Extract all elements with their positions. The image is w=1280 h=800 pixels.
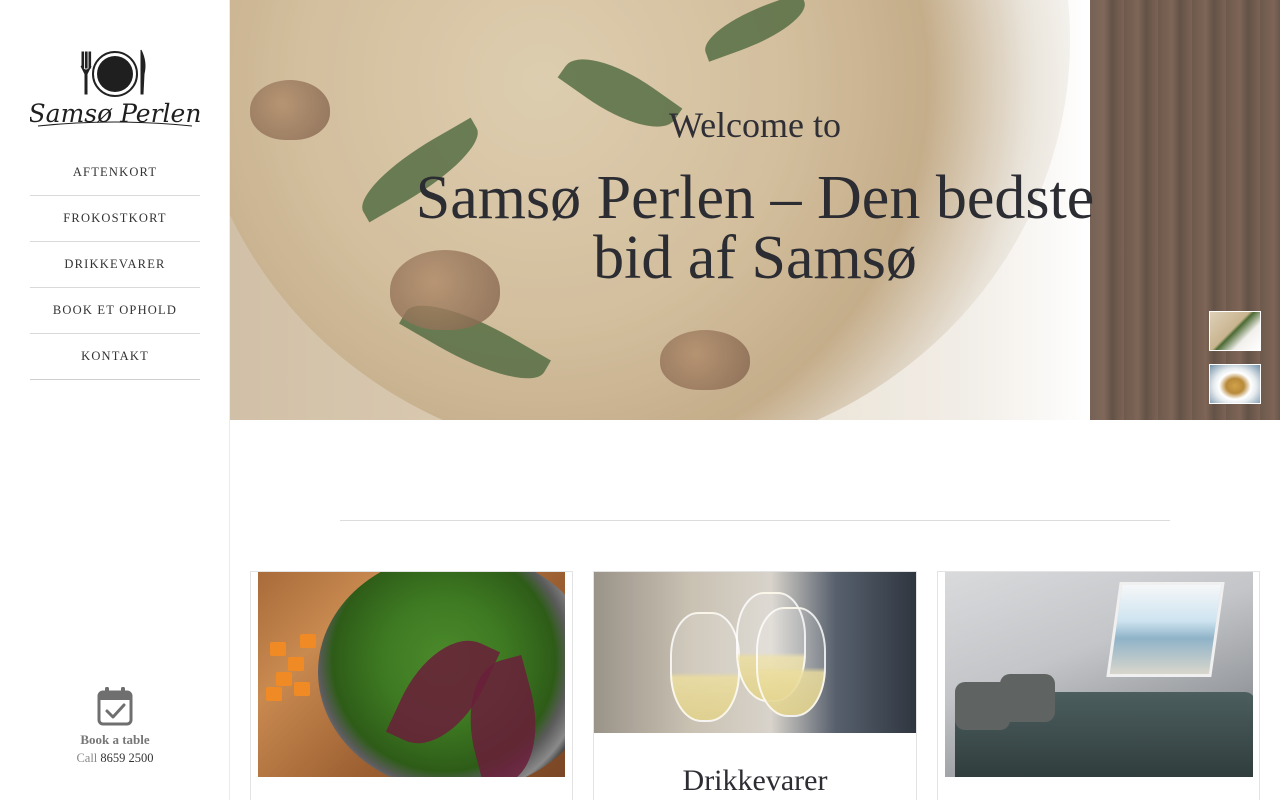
section-divider — [340, 520, 1170, 521]
nav-item-drikkevarer[interactable]: DRIKKEVARER — [30, 242, 200, 288]
drinks-card-image — [594, 572, 916, 733]
drinks-card-heading[interactable]: Drikkevarer — [594, 764, 916, 798]
nav-item-kontakt[interactable]: KONTAKT — [30, 334, 200, 380]
carrot-piece — [288, 657, 304, 671]
hero-slider: Welcome to Samsø Perlen – Den bedste bid… — [230, 0, 1280, 420]
nav-item-book-et-ophold[interactable]: BOOK ET OPHOLD — [30, 288, 200, 334]
call-line: Call 8659 2500 — [0, 751, 230, 766]
hero-welcome: Welcome to — [668, 105, 842, 145]
phone-number[interactable]: 8659 2500 — [100, 751, 153, 765]
logo[interactable]: Samsø Perlen — [30, 44, 200, 130]
carrot-piece — [294, 682, 310, 696]
greens-card-image — [258, 572, 565, 777]
carrot-piece — [276, 672, 292, 686]
wine-glass — [756, 607, 826, 717]
wine-glass — [670, 612, 740, 722]
room-card-image — [945, 572, 1253, 777]
slide-thumbnail-soup[interactable] — [1209, 364, 1261, 404]
sidebar: Samsø Perlen AFTENKORT FROKOSTKORT DRIKK… — [0, 0, 230, 800]
room-pillow — [1000, 674, 1055, 722]
nav-item-aftenkort[interactable]: AFTENKORT — [30, 150, 200, 196]
calendar-check-icon — [97, 687, 133, 726]
hero-title: Samsø Perlen – Den bedste bid af Samsø — [415, 164, 1095, 292]
room-card[interactable] — [937, 571, 1260, 800]
carrot-piece — [270, 642, 286, 656]
slide-thumbnail-pasta[interactable] — [1209, 311, 1261, 351]
slider-thumbnails — [1209, 311, 1261, 417]
svg-text:Samsø Perlen: Samsø Perlen — [30, 99, 200, 128]
carrot-piece — [300, 634, 316, 648]
main-nav: AFTENKORT FROKOSTKORT DRIKKEVARER BOOK E… — [30, 150, 200, 380]
room-window — [1106, 582, 1225, 677]
logo-image: Samsø Perlen — [30, 49, 200, 128]
call-prefix: Call — [76, 751, 98, 765]
book-a-table[interactable]: Book a table Call 8659 2500 — [0, 686, 230, 766]
carrot-piece — [266, 687, 282, 701]
greens-card[interactable] — [250, 571, 573, 800]
drinks-card[interactable]: Drikkevarer — [593, 571, 917, 800]
nav-item-frokostkort[interactable]: FROKOSTKORT — [30, 196, 200, 242]
book-a-table-label: Book a table — [80, 732, 150, 747]
